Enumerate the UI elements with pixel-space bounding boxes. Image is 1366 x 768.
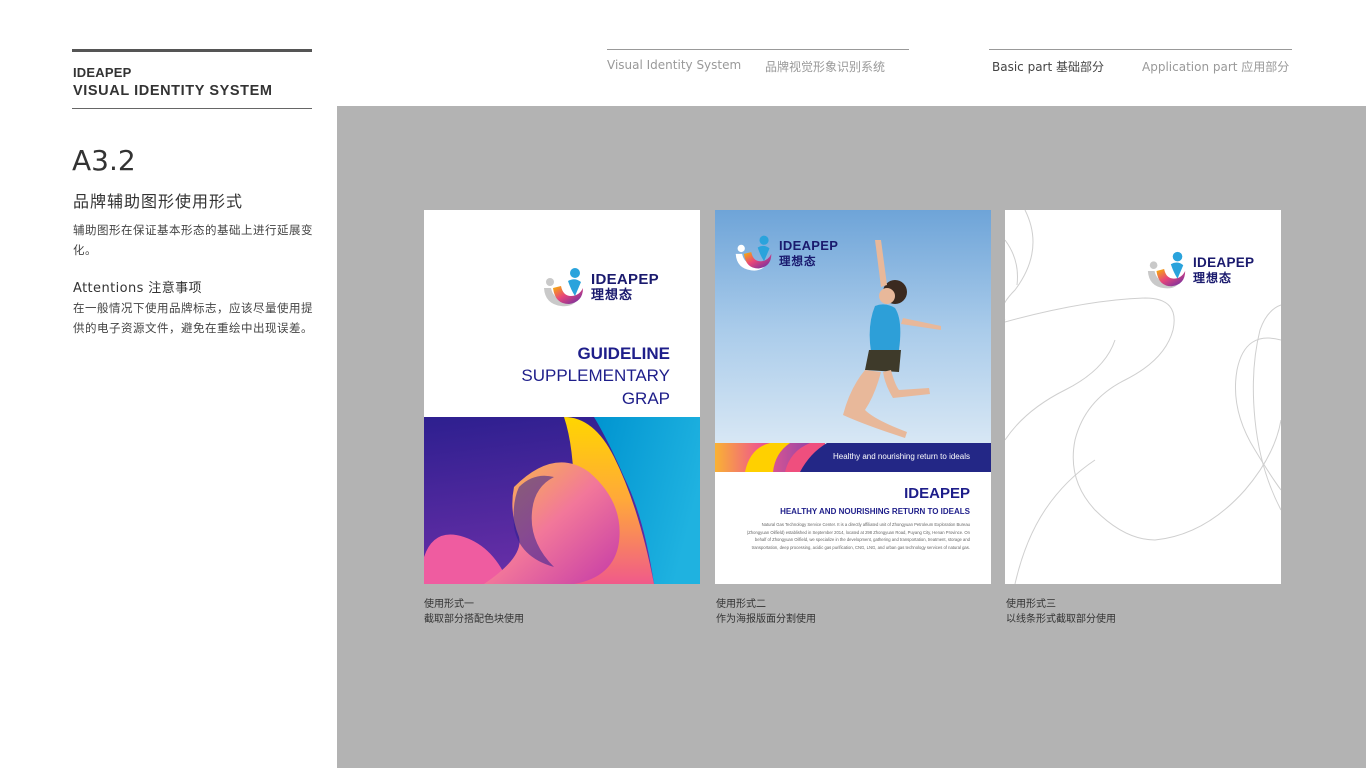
card-1-caption-desc: 截取部分搭配色块使用 xyxy=(424,614,524,625)
nav-rule-parts xyxy=(989,49,1292,50)
card-3-logo-mark xyxy=(1145,248,1189,292)
grap-heading: GRAP xyxy=(621,389,670,408)
brand-name: IDEAPEP xyxy=(73,65,132,80)
card-2-caption: 使用形式二 作为海报版面分割使用 xyxy=(716,597,816,627)
usage-card-2: IDEAPEP 理想态 Healthy and nourishing retur… xyxy=(715,210,991,584)
card-3-logo-en: IDEAPEP xyxy=(1193,255,1255,270)
nav-visual-identity-en[interactable]: Visual Identity System xyxy=(607,58,741,72)
nav-visual-identity-cn[interactable]: 品牌视觉形象识别系统 xyxy=(765,58,885,75)
card-2-caption-title: 使用形式二 xyxy=(716,599,766,610)
card-1-caption: 使用形式一 截取部分搭配色块使用 xyxy=(424,597,524,627)
card-3-logo-cn: 理想态 xyxy=(1193,271,1233,285)
brand-logo-cn: 理想态 xyxy=(591,288,634,303)
attentions-title: Attentions 注意事项 xyxy=(73,281,202,296)
card-3-logo: IDEAPEP 理想态 xyxy=(1145,248,1254,292)
usage-card-3: IDEAPEP 理想态 xyxy=(1005,210,1281,584)
guideline-heading: GUIDELINE xyxy=(577,344,670,363)
poster-body-text: Natural Gas Technology Service Center. I… xyxy=(746,522,970,550)
sidebar-divider xyxy=(72,108,312,109)
brand-logo-en: IDEAPEP xyxy=(591,271,659,288)
attentions-description: 在一般情况下使用品牌标志，应该尽量使用提供的电子资源文件，避免在重绘中出现误差。 xyxy=(73,301,313,335)
usage-card-1: IDEAPEP 理想态 GUIDELINE SUPPLEMENTARY GRAP xyxy=(424,210,700,584)
nav-basic-part[interactable]: Basic part 基础部分 xyxy=(992,58,1104,75)
poster-subtitle: HEALTHY AND NOURISHING RETURN TO IDEALS xyxy=(780,507,970,516)
card-2-caption-desc: 作为海报版面分割使用 xyxy=(716,614,816,625)
card-1-caption-title: 使用形式一 xyxy=(424,599,474,610)
card-3-caption: 使用形式三 以线条形式截取部分使用 xyxy=(1006,597,1116,627)
brand-logo-mark xyxy=(541,264,587,310)
supplementary-heading: SUPPLEMENTARY xyxy=(521,366,670,385)
supplementary-graphic-block xyxy=(424,417,700,584)
poster-band-text: Healthy and nourishing return to ideals xyxy=(833,452,970,461)
nav-rule-visual-identity xyxy=(607,49,909,50)
poster-logo-mark xyxy=(733,232,775,274)
card-3-caption-desc: 以线条形式截取部分使用 xyxy=(1006,614,1116,625)
poster-logo-en: IDEAPEP xyxy=(779,238,839,253)
sidebar-top-rule xyxy=(72,49,312,52)
section-title: 品牌辅助图形使用形式 xyxy=(73,192,244,211)
card-3-caption-title: 使用形式三 xyxy=(1006,599,1056,610)
poster-logo: IDEAPEP 理想态 xyxy=(733,232,838,274)
poster-logo-cn: 理想态 xyxy=(779,254,817,268)
section-description: 辅助图形在保证基本形态的基础上进行延展变化。 xyxy=(73,223,313,257)
brand-subtitle: VISUAL IDENTITY SYSTEM xyxy=(73,83,273,99)
section-code: A3.2 xyxy=(72,144,136,177)
brand-logo: IDEAPEP 理想态 xyxy=(541,264,659,310)
nav-application-part[interactable]: Application part 应用部分 xyxy=(1142,58,1289,75)
poster-title: IDEAPEP xyxy=(904,485,970,502)
